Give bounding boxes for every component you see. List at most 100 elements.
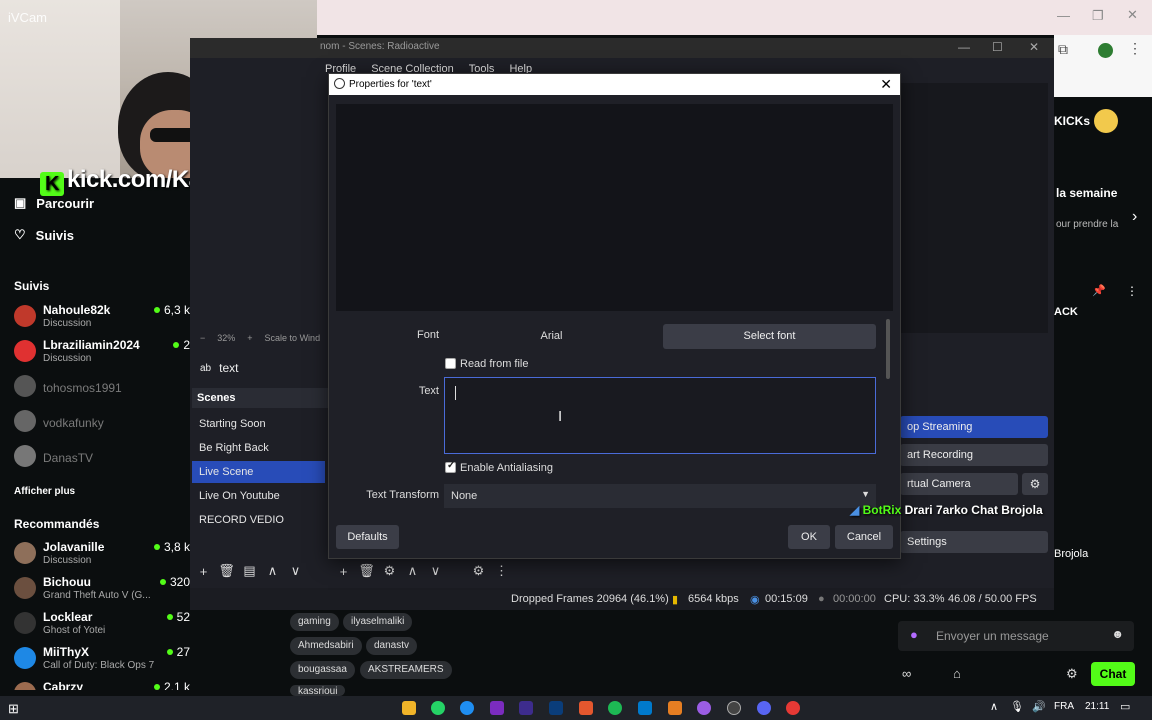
menu-dots-icon[interactable]: ⋮ <box>1128 40 1142 57</box>
show-more-link[interactable]: Afficher plus <box>14 486 75 497</box>
channel-item[interactable]: Jolavanille Discussion 3,8 k <box>14 540 192 574</box>
nav-browse[interactable]: ▣ Parcourir <box>14 195 94 211</box>
spotify-icon[interactable] <box>608 701 622 715</box>
app-icon[interactable] <box>697 701 711 715</box>
mic-icon[interactable]: ● <box>910 627 918 642</box>
channel-item[interactable]: MiiThyX Call of Duty: Black Ops 7 27 <box>14 645 192 679</box>
source-down-icon[interactable]: ∨ <box>424 563 447 579</box>
profile-icon[interactable] <box>1098 43 1113 58</box>
scene-item[interactable]: Starting Soon <box>192 413 325 435</box>
move-up-icon[interactable]: ∧ <box>261 563 284 579</box>
vlc-icon[interactable] <box>668 701 682 715</box>
obs-close-icon[interactable]: ✕ <box>1029 40 1039 54</box>
chat-settings-icon[interactable]: ⚙ <box>1066 666 1078 682</box>
whatsapp-icon[interactable] <box>431 701 445 715</box>
discord-icon[interactable] <box>757 701 771 715</box>
scale-label[interactable]: Scale to Wind <box>265 333 321 347</box>
select-font-button[interactable]: Select font <box>663 324 876 349</box>
source-settings-icon[interactable]: ⚙ <box>378 563 401 579</box>
close-icon[interactable]: ✕ <box>880 76 892 93</box>
move-down-icon[interactable]: ∨ <box>284 563 307 579</box>
ok-button[interactable]: OK <box>788 525 830 549</box>
zoom-in-icon[interactable]: + <box>247 333 252 347</box>
virtual-camera-button[interactable]: rtual Camera <box>900 473 1018 495</box>
channel-item[interactable]: Lbraziliamin2024 Discussion 2 <box>14 338 192 372</box>
emoji-icon[interactable]: ☻ <box>1111 627 1124 641</box>
chat-send-button[interactable]: Chat <box>1091 662 1135 686</box>
nav-following[interactable]: ♡ Suivis <box>14 227 74 243</box>
tag-chip[interactable]: gaming <box>290 613 339 631</box>
channel-item[interactable]: Bichouu Grand Theft Auto V (G... 320 <box>14 575 192 609</box>
volume-icon[interactable]: 🔊 <box>1032 700 1046 713</box>
start-recording-button[interactable]: art Recording <box>900 444 1048 466</box>
channel-item[interactable]: tohosmos1991 <box>14 373 192 407</box>
windows-start-icon[interactable]: ⊞ <box>8 701 19 717</box>
chevron-right-icon[interactable]: › <box>1132 208 1137 226</box>
tag-chip[interactable]: ilyaselmaliki <box>343 613 413 631</box>
pin-icon[interactable]: 📌 <box>1092 284 1106 297</box>
chrome-icon[interactable] <box>786 701 800 715</box>
user-avatar[interactable] <box>1094 109 1118 133</box>
stop-streaming-button[interactable]: op Streaming <box>900 416 1048 438</box>
channel-item[interactable]: Nahoule82k Discussion 6,3 k <box>14 303 192 337</box>
notifications-icon[interactable]: ▭ <box>1120 700 1130 713</box>
zoom-out-icon[interactable]: − <box>200 333 205 347</box>
read-from-file-checkbox[interactable] <box>445 358 456 369</box>
dialog-scrollbar[interactable] <box>886 319 890 379</box>
bitrate: 6564 kbps <box>688 593 739 605</box>
scene-item-selected[interactable]: Live Scene <box>192 461 325 483</box>
audio-more-icon[interactable]: ⋮ <box>490 563 513 579</box>
after-effects-icon[interactable] <box>519 701 533 715</box>
add-scene-icon[interactable]: + <box>192 564 215 579</box>
infinity-icon[interactable]: ∞ <box>902 666 911 681</box>
defaults-button[interactable]: Defaults <box>336 525 399 549</box>
channel-item[interactable]: vodkafunky <box>14 408 192 442</box>
microphone-icon[interactable]: 🎙 <box>1010 700 1024 713</box>
photoshop-icon[interactable] <box>549 701 563 715</box>
tag-chip[interactable]: AKSTREAMERS <box>360 661 452 679</box>
channel-name: Nahoule82k <box>43 303 111 317</box>
clock[interactable]: 21:11 <box>1085 701 1109 712</box>
source-up-icon[interactable]: ∧ <box>401 563 424 579</box>
vscode-icon[interactable] <box>638 701 652 715</box>
brave-icon[interactable] <box>579 701 593 715</box>
close-icon[interactable]: ✕ <box>1127 7 1138 23</box>
scene-item[interactable]: Live On Youtube <box>192 485 325 507</box>
more-icon[interactable]: ⋮ <box>1126 284 1138 298</box>
maximize-icon[interactable]: ❐ <box>1092 8 1104 24</box>
gift-icon[interactable]: ⌂ <box>953 666 961 681</box>
antialiasing-checkbox[interactable] <box>445 460 456 473</box>
avatar <box>14 305 36 327</box>
text-transform-select[interactable]: None ▼ <box>444 484 876 508</box>
remove-source-icon[interactable]: 🗑 <box>355 563 378 579</box>
audio-settings-icon[interactable]: ⚙ <box>467 563 490 579</box>
tag-chip[interactable]: Ahmedsabiri <box>290 637 362 655</box>
edge-icon[interactable] <box>460 701 474 715</box>
minimize-icon[interactable]: — <box>1057 8 1070 23</box>
source-item[interactable]: ab text <box>190 358 330 378</box>
remove-scene-icon[interactable]: 🗑 <box>215 563 238 579</box>
settings-button[interactable]: Settings <box>900 531 1048 553</box>
cancel-button[interactable]: Cancel <box>835 525 893 549</box>
obs-minimize-icon[interactable]: — <box>958 40 970 54</box>
channel-item[interactable]: Locklear Ghost of Yotei 52 <box>14 610 192 644</box>
keyboard-language[interactable]: FRA <box>1054 701 1074 712</box>
tag-chip[interactable]: bougassaa <box>290 661 355 679</box>
scene-item[interactable]: Be Right Back <box>192 437 325 459</box>
tag-chip[interactable]: danastv <box>366 637 418 655</box>
chat-input[interactable]: ● Envoyer un message ☻ <box>898 621 1134 651</box>
channel-item[interactable]: Cabrzy 2,1 k <box>14 680 192 690</box>
tray-chevron-icon[interactable]: ∧ <box>990 700 998 713</box>
premiere-icon[interactable] <box>490 701 504 715</box>
virtual-camera-settings-icon[interactable]: ⚙ <box>1022 473 1048 495</box>
text-input[interactable]: I <box>444 377 876 454</box>
file-explorer-icon[interactable] <box>402 701 416 715</box>
channel-item[interactable]: DanasTV <box>14 443 192 477</box>
tag-chip[interactable]: kassrioui <box>290 685 346 697</box>
scene-item[interactable]: RECORD VEDIO <box>192 509 325 531</box>
obs-taskbar-icon[interactable] <box>727 701 741 715</box>
extensions-icon[interactable]: ⧉ <box>1058 41 1068 58</box>
add-source-icon[interactable]: + <box>332 564 355 579</box>
scene-filter-icon[interactable]: ▤ <box>238 563 261 579</box>
obs-maximize-icon[interactable]: ☐ <box>992 40 1003 54</box>
